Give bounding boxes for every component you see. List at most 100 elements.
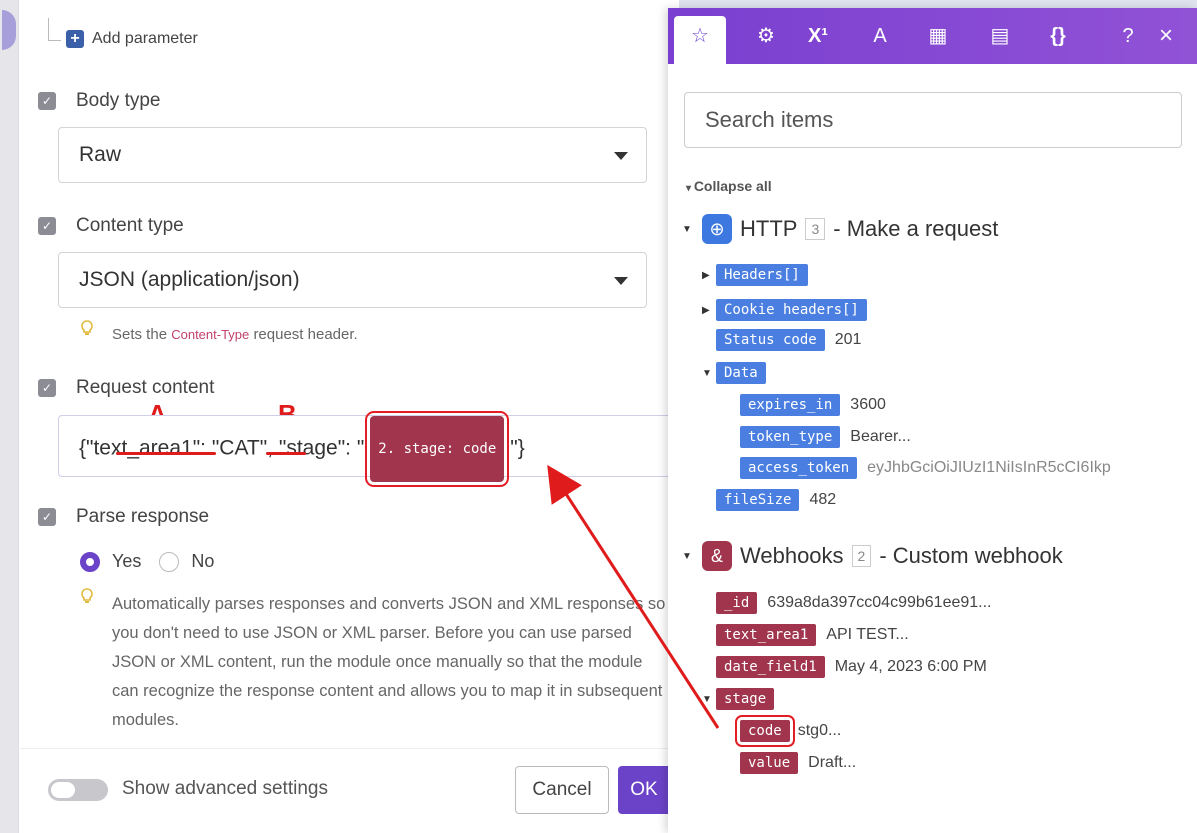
field-pill[interactable]: Headers[] (716, 264, 808, 286)
tree-item-headers[interactable]: ▶ Headers[] (702, 264, 818, 286)
radio-no[interactable] (159, 551, 180, 572)
webhooks-module-header[interactable]: ▼ & Webhooks 2 - Custom webhook (682, 541, 1063, 571)
gear-icon[interactable]: ⚙ (746, 8, 786, 64)
tree-item-status-code[interactable]: Status code 201 (716, 329, 861, 351)
add-parameter-button[interactable]: + Add parameter (48, 30, 198, 48)
tree-item-access-token[interactable]: access_token eyJhbGciOiJIUzI1NiIsInR5cCI6… (740, 457, 1111, 479)
tree-item-date-field1[interactable]: date_field1 May 4, 2023 6:00 PM (716, 656, 987, 678)
annotation-underline-b (266, 452, 306, 455)
field-pill[interactable]: fileSize (716, 489, 800, 511)
field-pill[interactable]: access_token (740, 457, 858, 479)
collapse-checkbox-icon[interactable]: ✓ (38, 217, 56, 235)
collapse-all-label: Collapse all (693, 178, 772, 194)
tree-item-text-area1[interactable]: text_area1 API TEST... (716, 624, 909, 646)
braces-icon[interactable]: {} (1038, 8, 1078, 64)
field-pill[interactable]: Status code (716, 329, 825, 351)
field-value: 639a8da397cc04c99b61ee91... (767, 594, 992, 611)
tree-item-expires-in[interactable]: expires_in 3600 (740, 394, 886, 416)
module-name: HTTP (740, 216, 798, 241)
tree-item-token-type[interactable]: token_type Bearer... (740, 426, 911, 448)
field-pill[interactable]: _id (716, 592, 758, 614)
advanced-settings-toggle[interactable] (48, 779, 108, 801)
mapped-stage-code-pill[interactable]: 2. stage: code (365, 411, 510, 487)
chevron-down-icon: ▼ (702, 693, 712, 705)
globe-icon: ⊕ (702, 214, 732, 244)
cancel-button[interactable]: Cancel (515, 766, 609, 814)
radio-yes[interactable] (80, 551, 100, 572)
parse-response-hint: Automatically parses responses and conve… (112, 595, 666, 729)
field-pill[interactable]: Data (716, 362, 766, 384)
field-value: May 4, 2023 6:00 PM (834, 658, 987, 675)
tree-item-data[interactable]: ▼ Data (702, 362, 776, 384)
tree-item-cookie-headers[interactable]: ▶ Cookie headers[] (702, 299, 877, 321)
collapse-checkbox-icon[interactable]: ✓ (38, 379, 56, 397)
field-pill[interactable]: Cookie headers[] (716, 299, 867, 321)
request-content-text: {"text_area1": "CAT", "stage": " 2. stage… (79, 411, 525, 487)
field-value: 482 (809, 491, 837, 508)
json-text: "} (510, 436, 525, 460)
module-title: - Make a request (833, 216, 999, 241)
collapse-checkbox-icon[interactable]: ✓ (38, 92, 56, 110)
tree-item-filesize[interactable]: fileSize 482 (716, 489, 836, 511)
search-placeholder: Search items (705, 107, 834, 132)
field-pill[interactable]: value (740, 752, 799, 774)
module-number: 2 (851, 545, 872, 567)
json-text: ": " (192, 436, 220, 460)
mapping-toolbar: ☆ ⚙ X¹ A ▦ ▤ {} ? × (668, 8, 1197, 64)
plus-icon: + (66, 30, 84, 48)
field-pill[interactable]: token_type (740, 426, 841, 448)
ok-button[interactable]: OK (618, 766, 670, 814)
radio-yes-label: Yes (112, 551, 142, 571)
chevron-down-icon: ▼ (682, 550, 692, 562)
canvas-background (0, 0, 18, 833)
star-icon[interactable]: ☆ (680, 8, 720, 64)
field-pill-code[interactable]: code (735, 715, 795, 747)
body-type-label: Body type (76, 90, 161, 111)
tree-item-code[interactable]: code stg0... (735, 715, 841, 747)
parse-response-label: Parse response (76, 506, 210, 527)
chevron-down-icon (614, 152, 628, 160)
request-content-input[interactable]: {"text_area1": "CAT", "stage": " 2. stage… (58, 411, 678, 487)
collapse-all-button[interactable]: ▾ Collapse all (686, 178, 772, 194)
content-type-label: Content type (76, 215, 184, 236)
module-title: - Custom webhook (879, 543, 1063, 568)
help-icon[interactable]: ? (1108, 8, 1148, 64)
search-input[interactable]: Search items (684, 92, 1182, 148)
collapse-checkbox-icon[interactable]: ✓ (38, 508, 56, 526)
field-pill[interactable]: expires_in (740, 394, 841, 416)
json-value-cat: CAT (219, 436, 260, 460)
chevron-right-icon: ▶ (702, 304, 710, 316)
annotation-underline-a (116, 452, 216, 455)
field-value: eyJhbGciOiJIUzI1NiIsInR5cCI6Ikp (867, 459, 1111, 476)
canvas-module-node (2, 10, 16, 50)
calendar-icon[interactable]: ▦ (918, 8, 958, 64)
field-value: 3600 (850, 396, 886, 413)
chevron-down-icon: ▼ (702, 367, 712, 379)
advanced-settings-label: Show advanced settings (122, 778, 328, 799)
field-pill[interactable]: text_area1 (716, 624, 817, 646)
chevron-right-icon: ▶ (702, 269, 710, 281)
field-value: Bearer... (850, 428, 911, 445)
tree-item-id[interactable]: _id 639a8da397cc04c99b61ee91... (716, 592, 992, 614)
http-module-header[interactable]: ▼ ⊕ HTTP 3 - Make a request (682, 214, 998, 244)
content-type-hint: Sets the Content-Type request header. (112, 326, 358, 343)
math-icon[interactable]: X¹ (798, 8, 838, 64)
lightbulb-icon (81, 320, 93, 335)
content-type-select[interactable]: JSON (application/json) (58, 252, 647, 308)
parse-response-radios: Yes No (80, 551, 214, 572)
body-type-select[interactable]: Raw (58, 127, 647, 183)
lightbulb-icon (81, 588, 93, 603)
text-icon[interactable]: A (860, 8, 900, 64)
field-pill[interactable]: stage (716, 688, 775, 710)
field-pill[interactable]: date_field1 (716, 656, 825, 678)
tree-item-value[interactable]: value Draft... (740, 752, 856, 774)
json-text: {" (79, 436, 94, 460)
table-icon[interactable]: ▤ (980, 8, 1020, 64)
field-value: 201 (834, 331, 862, 348)
close-icon[interactable]: × (1146, 8, 1186, 64)
content-type-section: ✓ Content type (38, 215, 184, 237)
request-content-label: Request content (76, 377, 215, 398)
tree-item-stage[interactable]: ▼ stage (702, 688, 784, 710)
add-parameter-label: Add parameter (92, 30, 198, 47)
content-type-value: JSON (application/json) (79, 268, 300, 291)
